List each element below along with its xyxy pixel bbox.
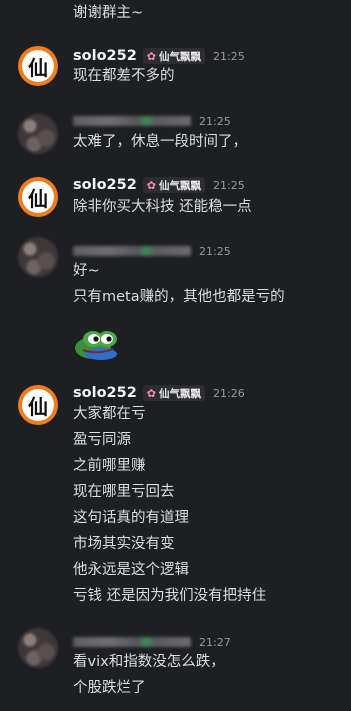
role-badge[interactable]: ✿ 仙气飘飘 (142, 385, 206, 401)
username-obscured[interactable] (73, 116, 191, 126)
timestamp: 21:25 (213, 178, 245, 192)
message-line: 太难了，休息一段时间了， (73, 134, 247, 150)
message-header: solo252 ✿ 仙气飘飘 21:25 (73, 175, 245, 195)
username-obscured[interactable] (73, 637, 191, 647)
user-avatar[interactable] (18, 114, 58, 154)
message-line: 现在哪里亏回去 (73, 484, 175, 500)
user-avatar[interactable]: 仙 (18, 385, 58, 425)
pepe-frog-emoji[interactable] (73, 324, 121, 360)
flower-icon: ✿ (146, 178, 157, 192)
user-avatar[interactable]: 仙 (18, 46, 58, 86)
timestamp: 21:25 (213, 49, 245, 63)
previous-message-text: 谢谢群主~ (73, 5, 144, 21)
message-line: 大家都在亏 (73, 406, 146, 422)
flower-icon: ✿ (146, 386, 157, 400)
message-line: 只有meta赚的，其他也都是亏的 (73, 289, 285, 305)
message-line: 好~ (73, 263, 100, 279)
user-avatar[interactable] (18, 237, 58, 277)
flower-icon: ✿ (146, 49, 157, 63)
message-line: 亏钱 还是因为我们没有把持住 (73, 588, 267, 604)
message-line: 看vix和指数没怎么跌， (73, 654, 225, 670)
username[interactable]: solo252 (73, 177, 137, 193)
role-badge[interactable]: ✿ 仙气飘飘 (142, 48, 206, 64)
timestamp: 21:26 (213, 386, 245, 400)
user-avatar[interactable]: 仙 (18, 177, 58, 217)
user-avatar[interactable] (18, 628, 58, 668)
username[interactable]: solo252 (73, 48, 137, 64)
message-header: 21:25 (73, 111, 231, 131)
message-line: 市场其实没有变 (73, 536, 175, 552)
timestamp: 21:27 (199, 635, 231, 649)
message-line: 他永远是这个逻辑 (73, 562, 189, 578)
timestamp: 21:25 (199, 114, 231, 128)
username[interactable]: solo252 (73, 385, 137, 401)
username-obscured[interactable] (73, 246, 191, 256)
role-badge[interactable]: ✿ 仙气飘飘 (142, 177, 206, 193)
message-header: solo252 ✿ 仙气飘飘 21:26 (73, 383, 245, 403)
message-line: 之前哪里赚 (73, 458, 146, 474)
timestamp: 21:25 (199, 244, 231, 258)
message-line: 这句话真的有道理 (73, 510, 189, 526)
message-line: 除非你买大科技 还能稳一点 (73, 199, 252, 215)
message-line: 盈亏同源 (73, 432, 131, 448)
message-line: 现在都差不多的 (73, 68, 175, 84)
message-line: 个股跌烂了 (73, 680, 146, 696)
